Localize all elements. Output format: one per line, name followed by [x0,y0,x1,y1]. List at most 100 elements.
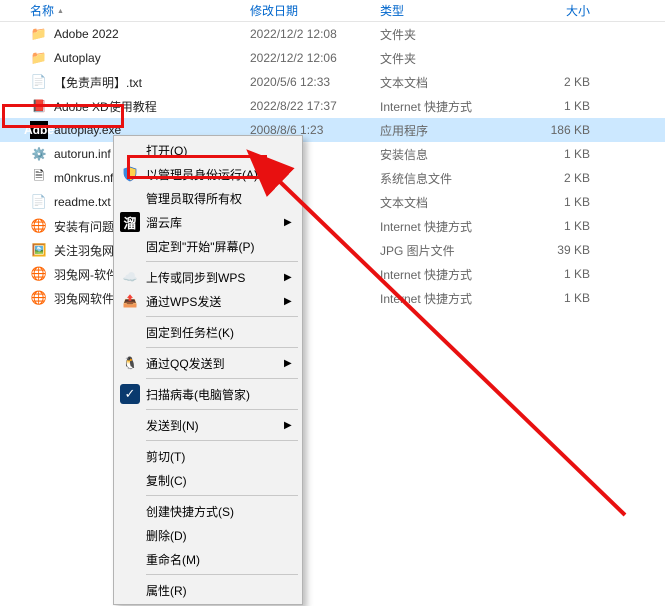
file-date: 2022/12/2 12:06 [250,51,380,65]
header-name: 名称 [30,4,54,18]
file-row[interactable]: autoplay.exe2008/8/6 1:23应用程序186 KB [0,118,665,142]
jpg-icon [30,241,48,259]
menu-item[interactable]: 上传或同步到WPS▶ [116,265,300,289]
file-type: 系统信息文件 [380,170,530,187]
blank-icon [120,236,140,256]
blank-icon [120,470,140,490]
menu-item[interactable]: 发送到(N)▶ [116,413,300,437]
file-type: 安装信息 [380,146,530,163]
web-icon [30,289,48,307]
folder-icon [30,25,48,43]
submenu-arrow-icon: ▶ [284,272,300,283]
file-size: 2 KB [530,171,610,185]
header-date: 修改日期 [250,2,380,19]
menu-item[interactable]: 溜溜云库▶ [116,210,300,234]
menu-separator [146,440,298,441]
file-row[interactable]: 【免责声明】.txt2020/5/6 12:33文本文档2 KB [0,70,665,94]
blank-icon [120,525,140,545]
nfo-icon [30,169,48,187]
web-icon [30,217,48,235]
menu-item[interactable]: 打开(O) [116,138,300,162]
file-type: Internet 快捷方式 [380,266,530,283]
menu-item[interactable]: 创建快捷方式(S) [116,499,300,523]
file-row[interactable]: m0nkrus.nfo15:48系统信息文件2 KB [0,166,665,190]
blank-icon [120,188,140,208]
file-name: Adobe 2022 [54,27,119,41]
menu-item-label: 固定到任务栏(K) [146,324,284,341]
file-row[interactable]: 安装有问题-…9:48Internet 快捷方式1 KB [0,214,665,238]
wps1-icon [120,267,140,287]
menu-item[interactable]: 重命名(M) [116,547,300,571]
submenu-arrow-icon: ▶ [284,296,300,307]
blank-icon [120,446,140,466]
menu-item[interactable]: 固定到任务栏(K) [116,320,300,344]
liuy-icon: 溜 [120,212,140,232]
menu-item[interactable]: 扫描病毒(电脑管家) [116,382,300,406]
blank-icon [120,549,140,569]
menu-separator [146,316,298,317]
menu-item-label: 溜云库 [146,214,284,231]
menu-item-label: 重命名(M) [146,551,284,568]
menu-separator [146,495,298,496]
file-type: 文件夹 [380,26,530,43]
menu-item-label: 扫描病毒(电脑管家) [146,386,284,403]
menu-item[interactable]: 管理员取得所有权 [116,186,300,210]
blank-icon [120,501,140,521]
menu-item[interactable]: 固定到"开始"屏幕(P) [116,234,300,258]
menu-item[interactable]: 以管理员身份运行(A) [116,162,300,186]
menu-item-label: 剪切(T) [146,448,284,465]
shield-dark [120,384,140,404]
menu-item-label: 通过QQ发送到 [146,355,284,372]
menu-item[interactable]: 通过QQ发送到▶ [116,351,300,375]
submenu-arrow-icon: ▶ [284,217,300,228]
adm-icon [120,164,140,184]
file-type: 文本文档 [380,194,530,211]
file-name: 【免责声明】.txt [54,74,142,91]
file-type: Internet 快捷方式 [380,218,530,235]
menu-item-label: 打开(O) [146,142,284,159]
file-row[interactable]: autorun.inf5 13:08安装信息1 KB [0,142,665,166]
txt-icon [30,193,48,211]
menu-separator [146,261,298,262]
menu-item[interactable]: 删除(D) [116,523,300,547]
blank-icon [120,580,140,600]
header-size: 大小 [530,2,610,19]
header-type: 类型 [380,2,530,19]
menu-item-label: 删除(D) [146,527,284,544]
inf-icon [30,145,48,163]
exe-icon [30,121,48,139]
file-date: 2022/8/22 17:37 [250,99,380,113]
file-name: Autoplay [54,51,101,65]
file-list-header[interactable]: 名称▲ 修改日期 类型 大小 [0,0,665,22]
file-row[interactable]: Adobe 2022 2022/12/2 12:08文件夹 [0,22,665,46]
file-size: 1 KB [530,147,610,161]
file-size: 1 KB [530,99,610,113]
file-size: 1 KB [530,267,610,281]
qq-icon [120,353,140,373]
menu-item[interactable]: 剪切(T) [116,444,300,468]
file-row[interactable]: 羽兔网软件下…15:46Internet 快捷方式1 KB [0,286,665,310]
file-row[interactable]: 羽兔网-软件…15:48Internet 快捷方式1 KB [0,262,665,286]
file-type: JPG 图片文件 [380,242,530,259]
file-date: 2020/5/6 12:33 [250,75,380,89]
menu-item[interactable]: 通过WPS发送▶ [116,289,300,313]
file-row[interactable]: Autoplay 2022/12/2 12:06文件夹 [0,46,665,70]
file-name: readme.txt [54,195,111,209]
file-type: 应用程序 [380,122,530,139]
file-size: 1 KB [530,195,610,209]
context-menu: 打开(O)以管理员身份运行(A)管理员取得所有权溜溜云库▶固定到"开始"屏幕(P… [113,135,303,605]
file-size: 186 KB [530,123,610,137]
menu-item[interactable]: 复制(C) [116,468,300,492]
menu-separator [146,409,298,410]
file-row[interactable]: readme.txt15:33文本文档1 KB [0,190,665,214]
file-type: 文本文档 [380,74,530,91]
file-row[interactable]: Adobe XD使用教程2022/8/22 17:37Internet 快捷方式… [0,94,665,118]
file-type: Internet 快捷方式 [380,98,530,115]
menu-item-label: 上传或同步到WPS [146,269,284,286]
menu-item[interactable]: 属性(R) [116,578,300,602]
file-name: autoplay.exe [54,123,121,137]
web-icon [30,265,48,283]
file-date: 2022/12/2 12:08 [250,27,380,41]
file-type: 文件夹 [380,50,530,67]
file-row[interactable]: 关注羽兔网免…16:08JPG 图片文件39 KB [0,238,665,262]
